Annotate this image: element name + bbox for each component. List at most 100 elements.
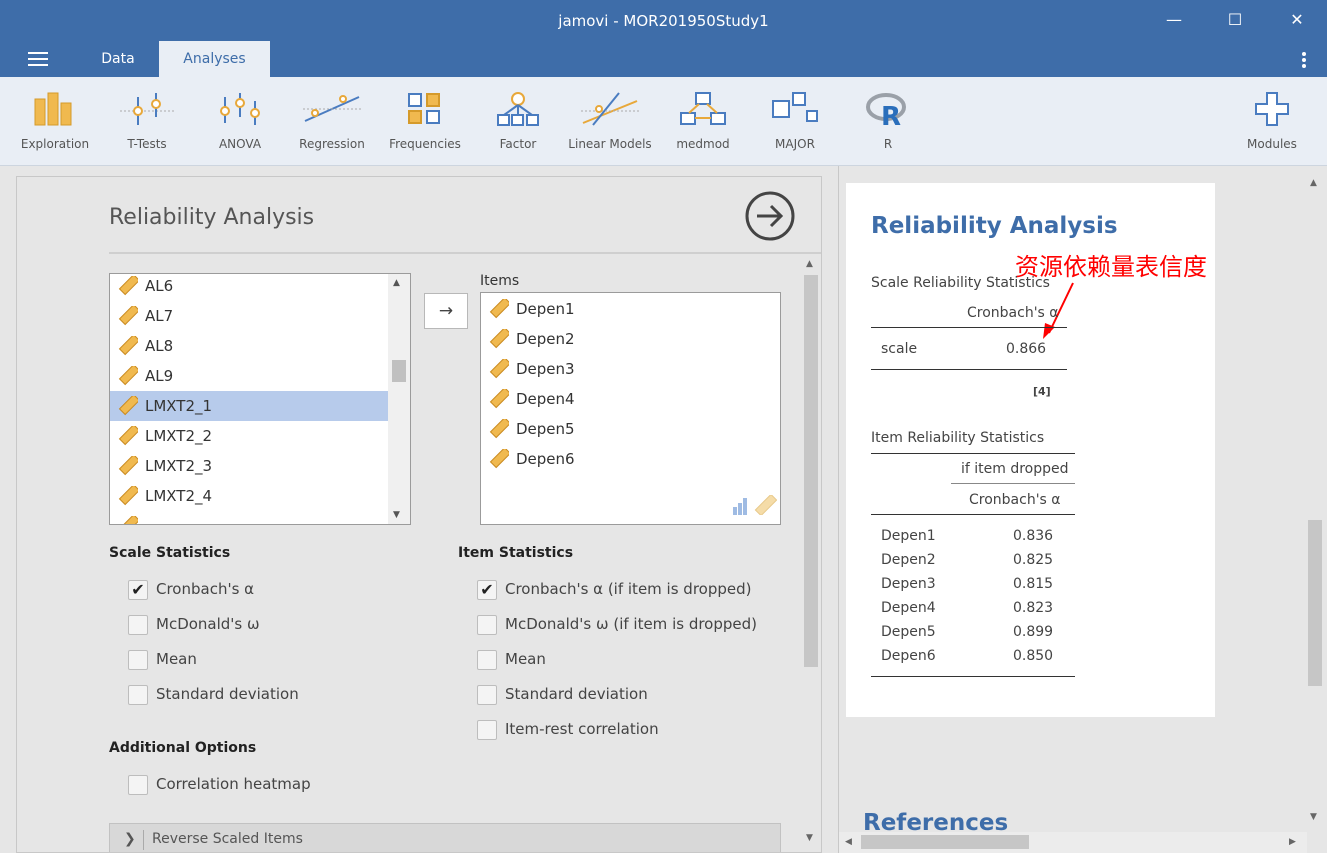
linear-models-icon <box>581 92 639 126</box>
run-arrow-icon[interactable] <box>744 190 796 242</box>
variable-name: LMXT2_2 <box>145 427 213 445</box>
tab-analyses[interactable]: Analyses <box>159 41 270 77</box>
options-title: Reliability Analysis <box>109 205 315 230</box>
checkbox-box[interactable] <box>477 685 497 705</box>
scrollbar-thumb[interactable] <box>1308 520 1322 686</box>
scrollbar-thumb[interactable] <box>392 360 406 382</box>
scroll-left-icon[interactable]: ◀ <box>845 837 852 847</box>
list-item[interactable]: LMXT2_2 <box>110 421 390 451</box>
table-rule <box>951 483 1075 484</box>
table-rule <box>871 327 1067 328</box>
options-scrollbar[interactable]: ▲ ▼ <box>802 259 820 849</box>
scroll-down-icon[interactable]: ▼ <box>393 510 400 520</box>
ruler-icon <box>118 306 138 326</box>
minimize-button[interactable]: — <box>1159 8 1189 32</box>
list-item[interactable]: AL9 <box>110 361 390 391</box>
ribbon-regression-button[interactable]: Regression <box>286 87 378 159</box>
variable-name: AL9 <box>145 367 174 385</box>
ruler-icon <box>489 389 509 409</box>
ribbon-medmod-button[interactable]: medmod <box>657 87 749 159</box>
ribbon-frequencies-button[interactable]: Frequencies <box>379 87 471 159</box>
reverse-scaled-label: Reverse Scaled Items <box>152 831 303 847</box>
ruler-icon <box>118 486 138 506</box>
scroll-right-icon[interactable]: ▶ <box>1289 837 1296 847</box>
list-item[interactable]: AL8 <box>110 331 390 361</box>
list-item[interactable]: Depen4 <box>481 384 761 414</box>
item-row-label: Depen1 <box>881 528 936 544</box>
ribbon-label: Exploration <box>20 137 90 151</box>
ribbon-factor-button[interactable]: Factor <box>472 87 564 159</box>
checkbox-label: Standard deviation <box>156 685 299 703</box>
scale-table-header: Cronbach's α <box>967 305 1059 321</box>
ribbon-exploration-button[interactable]: Exploration <box>9 87 101 159</box>
item-row-value: 0.815 <box>1013 576 1054 592</box>
checkbox-box[interactable] <box>128 650 148 670</box>
scroll-up-icon[interactable]: ▲ <box>806 259 813 269</box>
list-item[interactable] <box>110 511 390 524</box>
ribbon-label: ANOVA <box>218 137 262 151</box>
ruler-icon <box>489 299 509 319</box>
item-table-title: Item Reliability Statistics <box>871 430 1045 446</box>
checkbox-box[interactable] <box>128 615 148 635</box>
scroll-down-icon[interactable]: ▼ <box>1310 812 1317 822</box>
checkbox-box[interactable] <box>477 720 497 740</box>
medmod-icon <box>680 92 726 125</box>
ribbon-anova-button[interactable]: ANOVA <box>194 87 286 159</box>
checkbox-box[interactable] <box>128 775 148 795</box>
ribbon-label: Frequencies <box>389 137 461 151</box>
list-item[interactable]: Depen1 <box>481 294 761 324</box>
list-item[interactable]: LMXT2_3 <box>110 451 390 481</box>
list-item[interactable]: AL7 <box>110 301 390 331</box>
ribbon-ttests-button[interactable]: T-Tests <box>101 87 193 159</box>
chevron-right-icon[interactable]: ❯ <box>124 831 136 847</box>
ruler-icon <box>489 359 509 379</box>
checkbox-label: Mean <box>505 650 546 668</box>
more-options-icon[interactable] <box>1298 52 1310 70</box>
list-item-selected[interactable]: LMXT2_1 <box>110 391 390 421</box>
checkbox-box[interactable] <box>477 615 497 635</box>
close-button[interactable]: ✕ <box>1282 8 1312 32</box>
ruler-icon <box>118 336 138 356</box>
scrollbar-thumb[interactable] <box>804 275 818 667</box>
measure-type-hint-icon <box>733 495 777 515</box>
checkbox-box[interactable]: ✔ <box>128 580 148 600</box>
reverse-scaled-items-section[interactable]: ❯ Reverse Scaled Items <box>109 823 781 852</box>
source-variable-list[interactable]: AL6 AL7 AL8 AL9 LMXT2_1 LMXT2_2 LMXT2_3 <box>109 273 411 525</box>
t-test-icon <box>120 93 174 125</box>
item-row-label: Depen6 <box>881 648 936 664</box>
list-item[interactable]: AL6 <box>110 274 390 301</box>
checkbox-box[interactable] <box>128 685 148 705</box>
ribbon-r-button[interactable]: R R <box>842 87 934 159</box>
list-item[interactable]: Depen3 <box>481 354 761 384</box>
source-list-scrollbar[interactable]: ▲ ▼ <box>388 274 410 524</box>
item-row-label: Depen5 <box>881 624 936 640</box>
svg-text:R: R <box>881 102 901 127</box>
results-horizontal-scrollbar[interactable]: ◀ ▶ <box>839 832 1307 853</box>
ribbon-linear-models-button[interactable]: Linear Models <box>564 87 656 159</box>
ribbon-label: Modules <box>1247 137 1297 151</box>
list-item[interactable]: Depen2 <box>481 324 761 354</box>
scroll-up-icon[interactable]: ▲ <box>1310 178 1317 188</box>
item-row-value: 0.836 <box>1013 528 1054 544</box>
scroll-up-icon[interactable]: ▲ <box>393 278 400 288</box>
list-item[interactable]: Depen6 <box>481 444 761 474</box>
results-scrollbar[interactable]: ▲ ▼ <box>1307 176 1325 836</box>
divider <box>143 830 144 850</box>
ribbon-modules-button[interactable]: Modules <box>1226 87 1318 159</box>
checkbox-label: Cronbach's α <box>156 580 255 598</box>
list-item[interactable]: Depen5 <box>481 414 761 444</box>
move-to-items-button[interactable]: → <box>424 293 468 329</box>
item-table-super-header: if item dropped <box>961 461 1069 477</box>
ruler-icon <box>118 456 138 476</box>
maximize-button[interactable]: ☐ <box>1220 8 1250 32</box>
scroll-down-icon[interactable]: ▼ <box>806 833 813 843</box>
list-item[interactable]: LMXT2_4 <box>110 481 390 511</box>
ribbon-major-button[interactable]: MAJOR <box>749 87 841 159</box>
scrollbar-thumb[interactable] <box>861 835 1029 849</box>
checkbox-box[interactable] <box>477 650 497 670</box>
major-icon <box>772 92 818 122</box>
hamburger-menu-icon[interactable] <box>28 52 48 66</box>
tab-data[interactable]: Data <box>78 41 158 77</box>
checkbox-box[interactable]: ✔ <box>477 580 497 600</box>
items-target-list[interactable]: Depen1 Depen2 Depen3 Depen4 Depen5 Depen… <box>480 292 781 525</box>
